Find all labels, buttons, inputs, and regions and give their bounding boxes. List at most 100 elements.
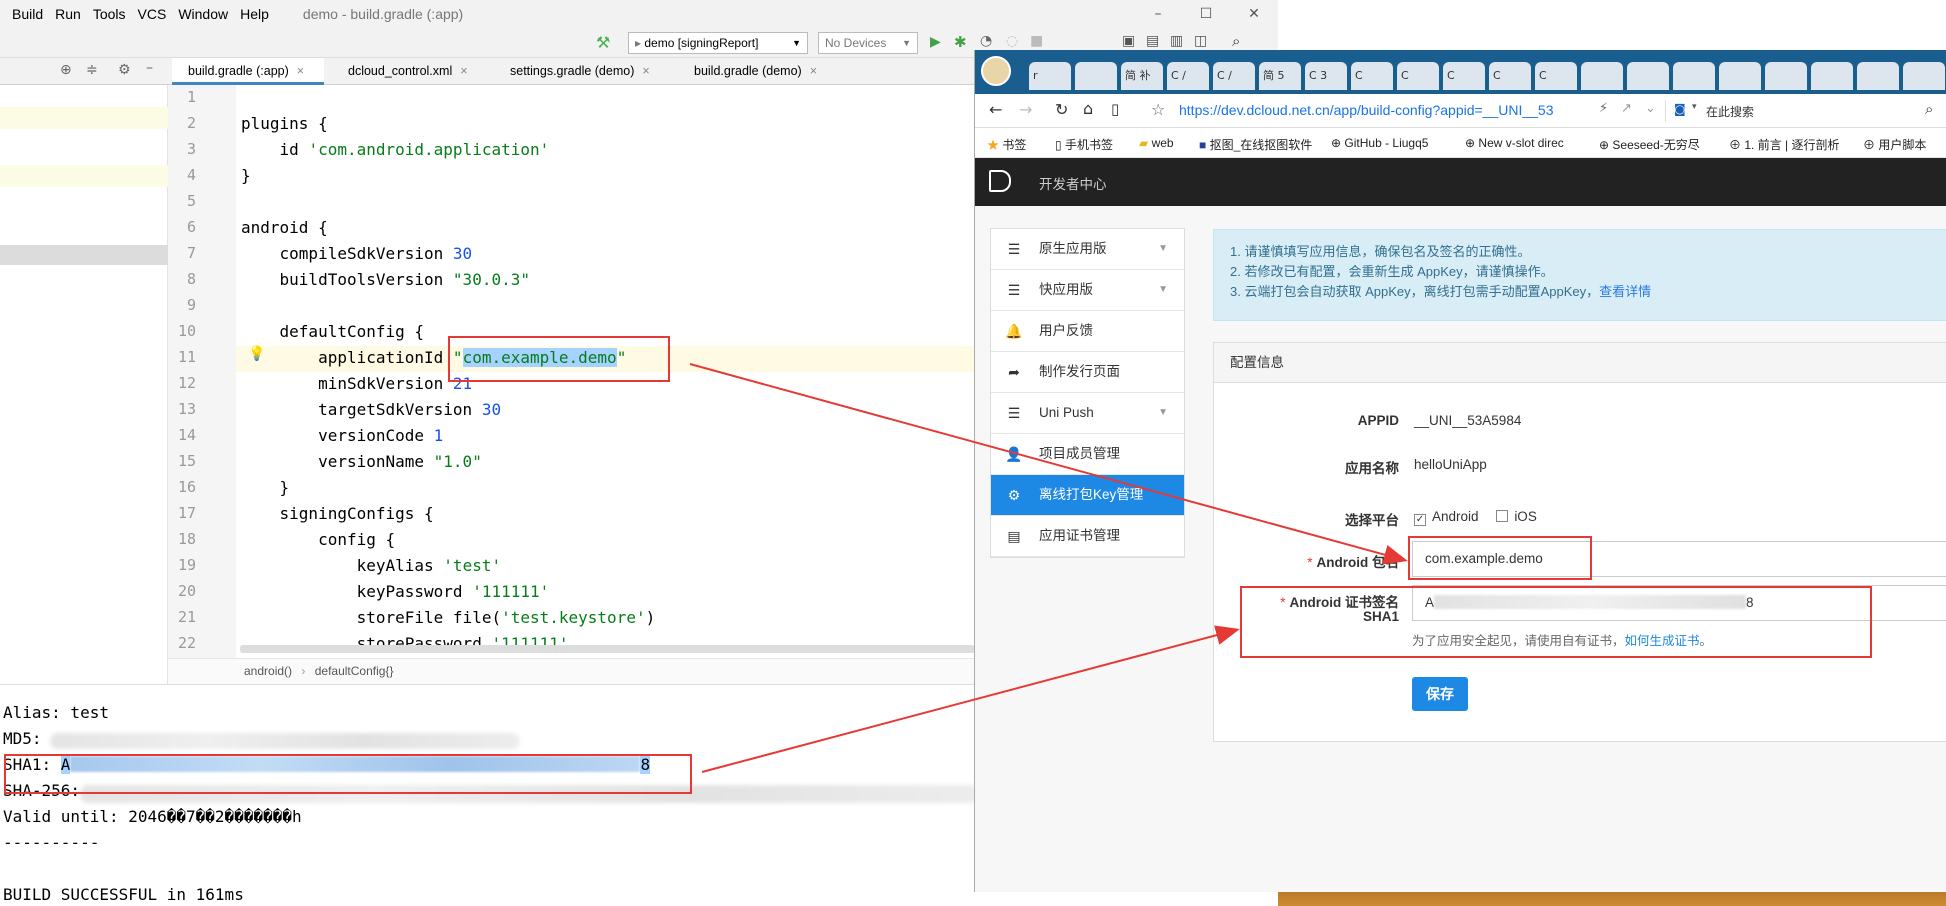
tab-build-gradle-demo[interactable]: build.gradle (demo) × [678,58,838,85]
browser-tab[interactable] [1627,62,1669,90]
share-icon[interactable]: ↗ [1621,101,1632,116]
device-select[interactable]: No Devices ▼ [818,32,918,54]
collapse-icon[interactable]: ≑ [86,62,98,78]
tab-build-gradle-app[interactable]: build.gradle (:app) × [172,58,324,85]
browser-tab[interactable]: C [1489,62,1531,90]
browser-tab[interactable]: C / [1213,62,1255,90]
sidebar-item-label: 快应用版 [1039,282,1093,297]
star-icon[interactable]: ☆ [1151,100,1165,119]
reload-icon[interactable]: ↻ [1055,100,1068,119]
bookmark-mobile[interactable]: ▯ 手机书签 [1055,136,1113,153]
browser-tab[interactable]: C [1535,62,1577,90]
reader-icon[interactable]: ▯ [1111,100,1119,118]
search-box[interactable]: ◙ ▾ 在此搜索 [1665,100,1905,122]
home-icon[interactable]: ⌂ [1083,99,1093,118]
url-field[interactable]: https://dev.dcloud.net.cn/app/build-conf… [1179,102,1589,118]
ios-checkbox[interactable]: iOS [1496,509,1537,524]
sidebar-item[interactable]: ➦ 制作发行页面 [991,352,1184,393]
search-icon[interactable]: ⌕ [1232,32,1240,50]
browser-tab[interactable] [1857,62,1899,90]
sidebar-item[interactable]: ☰ 原生应用版 ▼ [991,229,1184,270]
browser-tab[interactable] [1811,62,1853,90]
tab-dcloud-control[interactable]: dcloud_control.xml × [332,58,492,85]
browser-tab[interactable]: C [1443,62,1485,90]
target-icon[interactable]: ⊕ [60,62,72,78]
bookmark-star[interactable]: ★ 书签 [987,136,1026,153]
run-icon[interactable]: ▶ [930,34,941,50]
sdk-icon[interactable]: ▣ [1122,33,1135,49]
dcloud-logo-icon[interactable] [989,170,1011,192]
browser-tab[interactable]: 简 5 [1259,62,1301,90]
menu-build[interactable]: Build [12,6,43,22]
browser-tab[interactable]: C 3 [1305,62,1347,90]
chevron-down-icon[interactable]: ⌄ [1645,101,1656,116]
sidebar-item[interactable]: 🔔 用户反馈 [991,311,1184,352]
bookmark-vslot[interactable]: ⊕ New v-slot direc [1465,136,1591,150]
menu-run[interactable]: Run [55,6,81,22]
hide-icon[interactable]: – [146,60,153,76]
tab-settings-gradle[interactable]: settings.gradle (demo) × [494,58,674,85]
bookmark-preface[interactable]: ⊕ 1. 前言 | 逐行剖析 [1729,136,1857,153]
sidebar-item[interactable]: ☰ Uni Push ▼ [991,393,1184,434]
layout-icon[interactable]: ▥ [1170,33,1183,49]
bookmark-github[interactable]: ⊕ GitHub - Liugq5 [1331,136,1457,150]
bookmark-web[interactable]: ▰ web [1139,136,1174,150]
desktop-top [1278,0,1946,50]
debug-icon[interactable]: ✱ [954,33,967,51]
browser-tab[interactable] [1765,62,1807,90]
maximize-button[interactable]: ☐ [1182,0,1230,28]
minimize-button[interactable]: – [1134,0,1182,28]
horizontal-scrollbar[interactable] [240,645,975,653]
sync-icon[interactable]: ◫ [1194,33,1207,49]
menu-vcs[interactable]: VCS [138,6,167,22]
sidebar-item[interactable]: ▤ 应用证书管理 [991,516,1184,557]
bookmark-seeseed[interactable]: ⊕ Seeseed-无穷尽 [1599,136,1723,153]
browser-tab[interactable] [1719,62,1761,90]
sidebar-item[interactable]: 👤 项目成员管理 [991,434,1184,475]
menu-tools[interactable]: Tools [93,6,126,22]
browser-tab[interactable]: 简 补 [1121,62,1163,90]
close-button[interactable]: ✕ [1230,0,1278,28]
details-link[interactable]: 查看详情 [1599,284,1651,299]
close-icon[interactable]: × [810,64,817,78]
run-config-select[interactable]: ▸ demo [signingReport] ▼ [628,32,808,54]
avd-icon[interactable]: ▤ [1146,33,1159,49]
hammer-icon[interactable]: ⚒ [596,33,610,52]
avatar[interactable] [981,56,1011,86]
lightbulb-icon[interactable]: 💡 [248,346,265,362]
browser-tab[interactable]: r [1029,62,1071,90]
breadcrumb-item[interactable]: android() [244,664,292,678]
menu-help[interactable]: Help [240,6,269,22]
site-title[interactable]: 开发者中心 [1039,173,1107,193]
package-label: * Android 包名 [1307,555,1399,570]
back-icon[interactable]: ← [989,100,1002,119]
android-checkbox[interactable]: ✓ Android [1414,509,1479,526]
browser-tab[interactable] [1075,62,1117,90]
selected-row[interactable] [0,245,168,265]
profile-icon[interactable]: ◔ [980,33,992,49]
browser-tab[interactable]: C [1397,62,1439,90]
alert-line: 3. 云端打包会自动获取 AppKey，离线打包需手动配置AppKey，查看详情 [1230,284,1652,299]
search-icon[interactable]: ⌕ [1925,100,1933,118]
browser-tab[interactable] [1673,62,1715,90]
browser-tab[interactable] [1581,62,1623,90]
close-icon[interactable]: × [297,64,304,78]
breadcrumb-item[interactable]: defaultConfig{} [315,664,394,678]
browser-tab[interactable]: C / [1167,62,1209,90]
sidebar-item[interactable]: ⚙ 离线打包Key管理 [991,475,1184,516]
close-icon[interactable]: × [460,64,467,78]
bookmark-userscript[interactable]: ⊕ 用户脚本 [1863,136,1946,153]
menu-window[interactable]: Window [178,6,228,22]
stop-icon[interactable]: ■ [1030,33,1043,49]
bookmark-koutu[interactable]: ■ 抠图_在线抠图软件 [1199,136,1323,153]
settings-icon[interactable]: ⚙ [118,62,131,78]
browser-tab[interactable] [1903,62,1945,90]
attach-icon[interactable]: ◌ [1006,33,1018,49]
sidebar-item[interactable]: ☰ 快应用版 ▼ [991,270,1184,311]
forward-icon[interactable]: → [1019,100,1032,119]
browser-tab[interactable]: C [1351,62,1393,90]
save-button[interactable]: 保存 [1412,677,1468,711]
lightning-icon[interactable]: ⚡ [1599,101,1608,116]
close-icon[interactable]: × [642,64,649,78]
code-line-3: id 'com.android.application' [241,140,550,159]
